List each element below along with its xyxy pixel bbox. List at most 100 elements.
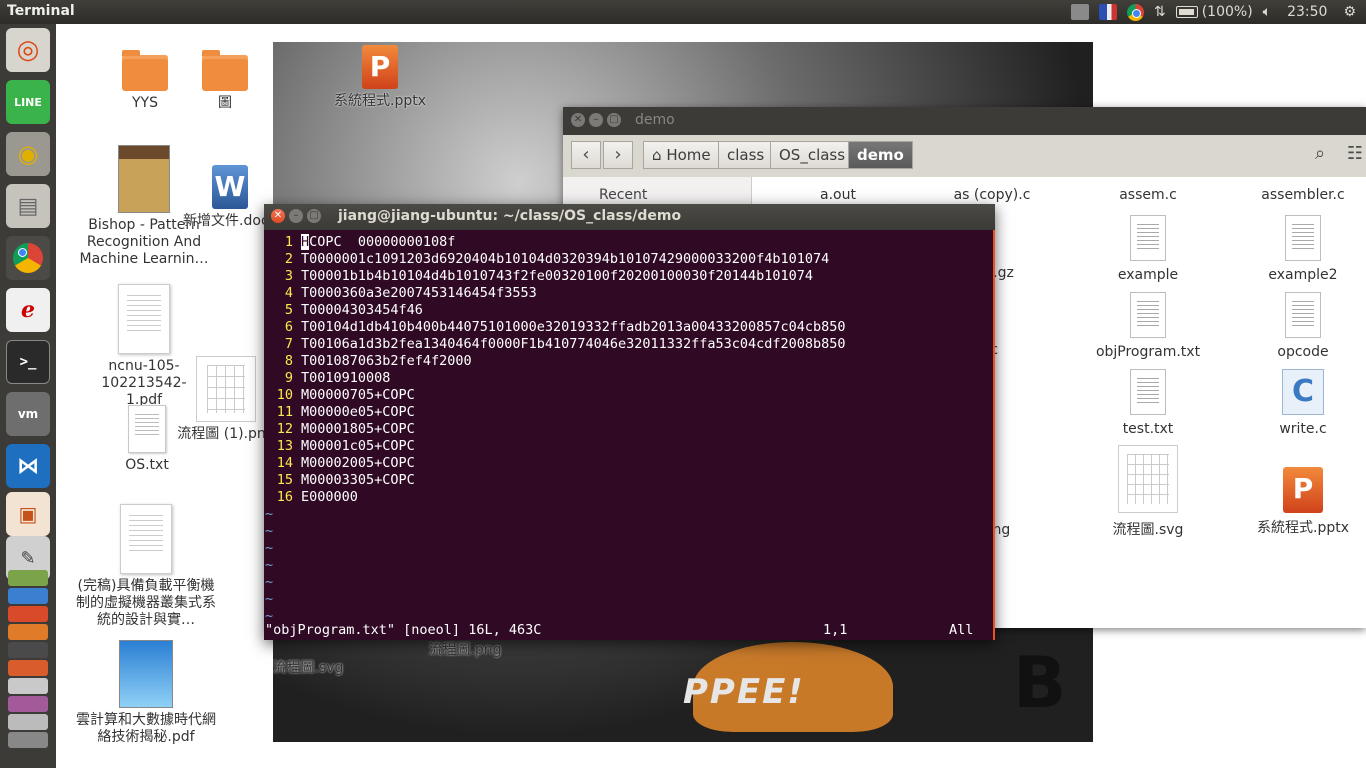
- maximize-icon[interactable]: □: [307, 209, 321, 223]
- vim-line[interactable]: 13 M00001c05+COPC: [264, 438, 995, 455]
- stacked-apps-icon[interactable]: [8, 714, 48, 730]
- vim-line[interactable]: 4 T0000360a3e2007453146454f3553: [264, 285, 995, 302]
- active-app-title: Terminal: [7, 3, 75, 19]
- file-item[interactable]: Cwrite.c: [1238, 369, 1366, 437]
- file-item[interactable]: as (copy).c: [927, 187, 1057, 203]
- stacked-apps-icon[interactable]: [8, 678, 48, 694]
- close-icon[interactable]: ✕: [271, 209, 285, 223]
- files-icon[interactable]: ▤: [6, 184, 50, 228]
- vim-line[interactable]: 16 E000000: [264, 489, 995, 506]
- fm-titlebar[interactable]: ✕ – □ demo: [563, 107, 1366, 135]
- vim-line[interactable]: 7 T00106a1d3b2fea1340464f0000F1b410774046…: [264, 336, 995, 353]
- line-text: M00002005+COPC: [301, 455, 415, 471]
- speaker-icon[interactable]: ◉: [6, 132, 50, 176]
- ubuntu-dash-icon[interactable]: ◎: [6, 28, 50, 72]
- stacked-apps-icon[interactable]: [8, 588, 48, 604]
- stacked-apps-icon[interactable]: [8, 660, 48, 676]
- terminal-window[interactable]: ✕ – □ jiang@jiang-ubuntu: ~/class/OS_cla…: [264, 204, 995, 640]
- vim-line[interactable]: 9 T0010910008: [264, 370, 995, 387]
- vim-line[interactable]: 15 M00003305+COPC: [264, 472, 995, 489]
- line-text: T00106a1d3b2fea1340464f0000F1b410774046e…: [301, 336, 846, 352]
- pptx-icon: P: [1283, 467, 1323, 513]
- breadcrumb-class[interactable]: class: [718, 141, 774, 169]
- line-text: M00003305+COPC: [301, 472, 415, 488]
- impress-icon[interactable]: ▣: [6, 492, 50, 536]
- minimize-icon[interactable]: –: [589, 113, 603, 127]
- empty-line-marker: ~: [265, 591, 274, 607]
- line-text: T00004303454f46: [301, 302, 423, 318]
- search-icon[interactable]: ⌕: [1303, 141, 1337, 169]
- vim-line[interactable]: 1 HCOPC 00000000108f: [264, 234, 995, 251]
- vim-line[interactable]: 10 M00000705+COPC: [264, 387, 995, 404]
- line-icon[interactable]: LINE: [6, 80, 50, 124]
- desktop-file-pptx[interactable]: P 系統程式.pptx: [320, 45, 440, 110]
- terminal-icon[interactable]: >_: [6, 340, 50, 384]
- word-icon: W: [212, 165, 248, 209]
- vim-line[interactable]: 3 T00001b1b4b10104d4b1010743f2fe00320100f…: [264, 268, 995, 285]
- file-item[interactable]: example: [1083, 215, 1213, 283]
- vim-buffer[interactable]: 1 HCOPC 00000000108f 2 T0000001c1091203d692…: [264, 230, 995, 640]
- battery-percent[interactable]: (100%): [1202, 4, 1253, 20]
- battery-icon[interactable]: [1175, 6, 1198, 18]
- maximize-icon[interactable]: □: [607, 113, 621, 127]
- volume-icon[interactable]: 🔈︎: [1263, 4, 1271, 20]
- view-options-icon[interactable]: ☷: [1343, 141, 1366, 169]
- forward-button[interactable]: ›: [603, 141, 633, 169]
- pdf-thumbnail-icon: [120, 504, 172, 574]
- chrome-icon[interactable]: [6, 236, 50, 280]
- network-icon[interactable]: ⇅: [1154, 4, 1166, 20]
- sidebar-item-recent[interactable]: Recent: [599, 187, 647, 203]
- evince-icon[interactable]: ℯ: [6, 288, 50, 332]
- vim-line[interactable]: 5 T00004303454f46: [264, 302, 995, 319]
- file-item[interactable]: example2: [1238, 215, 1366, 283]
- breadcrumb-home[interactable]: ⌂ Home: [643, 141, 720, 169]
- vim-line[interactable]: 11 M00000e05+COPC: [264, 404, 995, 421]
- minimize-icon[interactable]: –: [289, 209, 303, 223]
- vim-line[interactable]: 8 T001087063b2fef4f2000: [264, 353, 995, 370]
- pdf-thumbnail-icon: [118, 284, 170, 354]
- file-item[interactable]: opcode: [1238, 292, 1366, 360]
- vscode-icon[interactable]: ⋈: [6, 444, 50, 488]
- stacked-apps-icon[interactable]: [8, 732, 48, 748]
- close-icon[interactable]: ✕: [571, 113, 585, 127]
- file-item[interactable]: a.out: [773, 187, 903, 203]
- file-item[interactable]: P 系統程式.pptx: [1238, 467, 1366, 537]
- settings-gear-icon[interactable]: ⚙: [1343, 4, 1356, 20]
- file-item[interactable]: assembler.c: [1238, 187, 1366, 203]
- desktop-folder-tu[interactable]: 圖: [180, 50, 270, 112]
- launcher: ◎ LINE ◉ ▤ ℯ >_ vm ⋈ ▣ ✎: [0, 24, 56, 768]
- desktop-file-flowchart-png[interactable]: 流程圖.png: [420, 642, 510, 659]
- line-text: M00000705+COPC: [301, 387, 415, 403]
- vim-line[interactable]: 12 M00001805+COPC: [264, 421, 995, 438]
- stacked-apps-icon[interactable]: [8, 606, 48, 622]
- breadcrumb-demo[interactable]: demo: [848, 141, 913, 169]
- text-file-icon: [1130, 215, 1166, 261]
- desktop-file-os-txt[interactable]: OS.txt: [102, 405, 192, 474]
- file-item[interactable]: 流程圖.svg: [1083, 445, 1213, 539]
- desktop-folder-yys[interactable]: YYS: [100, 50, 190, 112]
- file-item[interactable]: assem.c: [1083, 187, 1213, 203]
- chrome-tray-icon[interactable]: [1126, 3, 1144, 21]
- desktop-file-flowchart-svg[interactable]: 流程圖.svg: [266, 660, 350, 677]
- vim-line[interactable]: 2 T0000001c1091203d6920404b10104d0320394b…: [264, 251, 995, 268]
- vmware-icon[interactable]: vm: [6, 392, 50, 436]
- file-item[interactable]: objProgram.txt: [1083, 292, 1213, 360]
- stacked-apps-icon[interactable]: [8, 696, 48, 712]
- image-thumbnail-icon: [1118, 445, 1178, 513]
- clock[interactable]: 23:50: [1287, 4, 1327, 20]
- status-cursor-position: 1,1: [823, 622, 848, 638]
- desktop-file-thesis-pdf[interactable]: (完稿)具備負載平衡機制的虛擬機器叢集式系統的設計與實…: [76, 504, 216, 629]
- breadcrumb-os-class[interactable]: OS_class: [770, 141, 855, 169]
- vim-line[interactable]: 6 T00104d1db410b400b44075101000e32019332f…: [264, 319, 995, 336]
- stacked-apps-icon[interactable]: [8, 570, 48, 586]
- file-item[interactable]: test.txt: [1083, 369, 1213, 437]
- input-method-icon[interactable]: [1098, 4, 1117, 20]
- vim-line[interactable]: 14 M00002005+COPC: [264, 455, 995, 472]
- terminal-titlebar[interactable]: ✕ – □ jiang@jiang-ubuntu: ~/class/OS_cla…: [264, 204, 995, 230]
- desktop-file-cloud-pdf[interactable]: 雲計算和大數據時代網絡技術揭秘.pdf: [76, 640, 216, 746]
- stacked-apps-icon[interactable]: [8, 642, 48, 658]
- back-button[interactable]: ‹: [571, 141, 601, 169]
- line-number: 11: [276, 404, 293, 420]
- keyboard-indicator-icon[interactable]: [1070, 4, 1089, 20]
- stacked-apps-icon[interactable]: [8, 624, 48, 640]
